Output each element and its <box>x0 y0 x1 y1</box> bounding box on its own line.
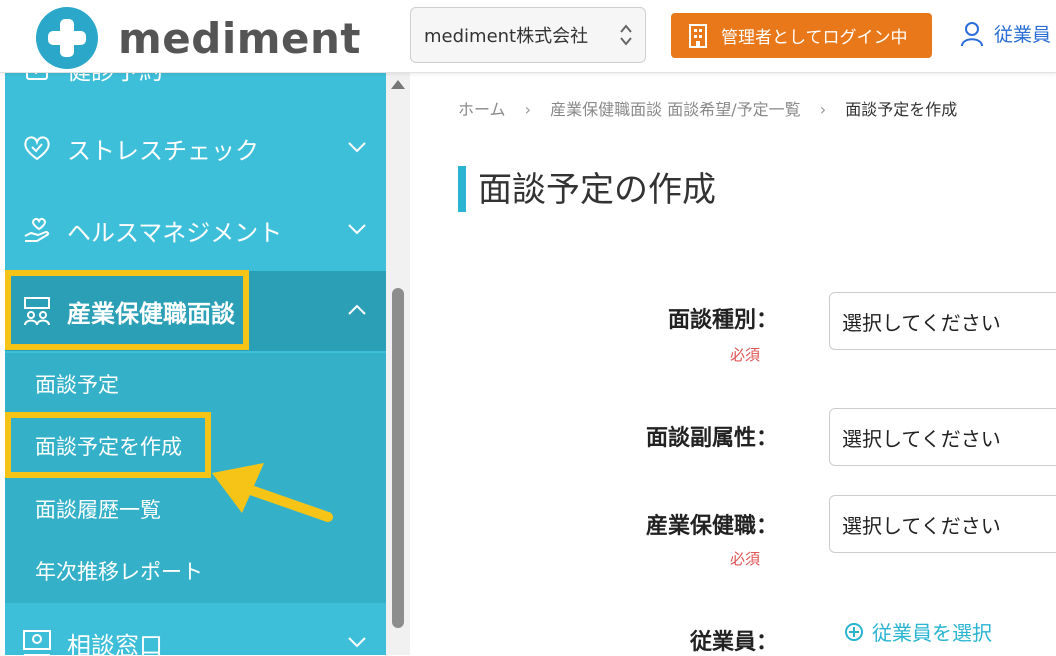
breadcrumb-parent[interactable]: 産業保健職面談 面談希望/予定一覧 <box>550 100 800 119</box>
sidebar-item-health-management[interactable]: ヘルスマネジメント <box>5 190 386 270</box>
up-down-chevron-icon <box>620 24 632 46</box>
health-professional-label: 産業保健職： <box>645 514 778 539</box>
title-accent-bar <box>458 166 466 212</box>
scroll-thumb[interactable] <box>392 288 404 628</box>
sidebar-item-label: 相談窓口 <box>67 631 163 656</box>
chevron-down-icon <box>348 142 366 153</box>
admin-login-label: 管理者としてログイン中 <box>721 28 908 48</box>
breadcrumb-separator-icon: › <box>819 100 827 119</box>
sidebar-item-label: ヘルスマネジメント <box>67 218 283 247</box>
heart-icon <box>21 132 53 164</box>
employee-label: 従業員： <box>689 630 778 655</box>
submenu-item-annual-report[interactable]: 年次推移レポート <box>35 556 203 586</box>
employee-link[interactable]: 従業員 <box>960 20 1051 47</box>
interview-sub-attribute-label: 面談副属性： <box>645 426 778 451</box>
scroll-up-arrow-icon[interactable] <box>391 80 405 89</box>
page-title: 面談予定の作成 <box>478 170 716 210</box>
chevron-down-icon <box>348 637 366 648</box>
annotation-arrow-icon <box>212 463 333 522</box>
submenu-item-create-interview[interactable]: 面談予定を作成 <box>35 431 182 461</box>
building-icon <box>689 23 707 48</box>
company-select-value: mediment株式会社 <box>424 26 589 47</box>
breadcrumb-current: 面談予定を作成 <box>845 100 958 119</box>
sidebar-scrollbar[interactable] <box>386 72 410 655</box>
app-header: mediment mediment株式会社 管理者としてログイン中 従業員 <box>0 0 1056 73</box>
sidebar-item-consultation[interactable]: 相談窓口 <box>5 603 386 655</box>
admin-login-button[interactable]: 管理者としてログイン中 <box>671 13 932 58</box>
employee-link-label: 従業員 <box>994 24 1052 46</box>
health-professional-select[interactable]: 選択してください <box>829 495 1056 553</box>
breadcrumb: ホーム › 産業保健職面談 面談希望/予定一覧 › 面談予定を作成 <box>458 96 957 120</box>
sidebar-item-label: 産業保健職面談 <box>67 299 235 328</box>
select-employee-label: 従業員を選択 <box>872 621 992 645</box>
company-select[interactable]: mediment株式会社 <box>410 7 646 63</box>
sidebar-item-health-check[interactable]: 健診予約 <box>5 72 386 108</box>
sidebar-item-label: 健診予約 <box>67 72 163 86</box>
main-content: ホーム › 産業保健職面談 面談希望/予定一覧 › 面談予定を作成 面談予定の作… <box>410 72 1056 655</box>
chevron-down-icon <box>348 224 366 235</box>
consult-icon <box>21 627 53 655</box>
select-employee-button[interactable]: 従業員を選択 <box>844 617 992 646</box>
interview-type-select-value: 選択してください <box>842 310 1001 335</box>
interview-sub-attribute-select[interactable]: 選択してください <box>829 408 1056 466</box>
sidebar-item-occupational-health-interview[interactable]: 産業保健職面談 <box>5 271 386 351</box>
chevron-up-icon <box>348 304 366 315</box>
sidebar-item-label: ストレスチェック <box>67 136 259 165</box>
interview-type-label: 面談種別： <box>667 308 778 333</box>
plus-circle-icon <box>845 622 863 641</box>
logo-cross-icon <box>36 7 98 69</box>
health-professional-select-value: 選択してください <box>842 513 1001 538</box>
sidebar: 健診予約 ストレスチェック ヘルスマネジメント 産業保健職面談 面談予定 面談予… <box>5 72 386 655</box>
submenu-item-interview-schedule[interactable]: 面談予定 <box>35 369 119 399</box>
logo[interactable]: mediment <box>36 7 361 69</box>
sidebar-item-stress-check[interactable]: ストレスチェック <box>5 108 386 188</box>
logo-text: mediment <box>118 13 361 63</box>
interview-sub-attribute-select-value: 選択してください <box>842 426 1001 451</box>
breadcrumb-home[interactable]: ホーム <box>458 100 506 119</box>
hand-heart-icon <box>21 214 53 246</box>
user-icon <box>961 21 983 46</box>
meeting-icon <box>21 295 53 327</box>
required-badge: 必須 <box>730 346 761 364</box>
interview-type-select[interactable]: 選択してください <box>829 292 1056 350</box>
health-check-icon <box>21 72 53 84</box>
breadcrumb-separator-icon: › <box>524 100 532 119</box>
required-badge: 必須 <box>730 550 761 568</box>
submenu-item-interview-history[interactable]: 面談履歴一覧 <box>35 494 161 524</box>
